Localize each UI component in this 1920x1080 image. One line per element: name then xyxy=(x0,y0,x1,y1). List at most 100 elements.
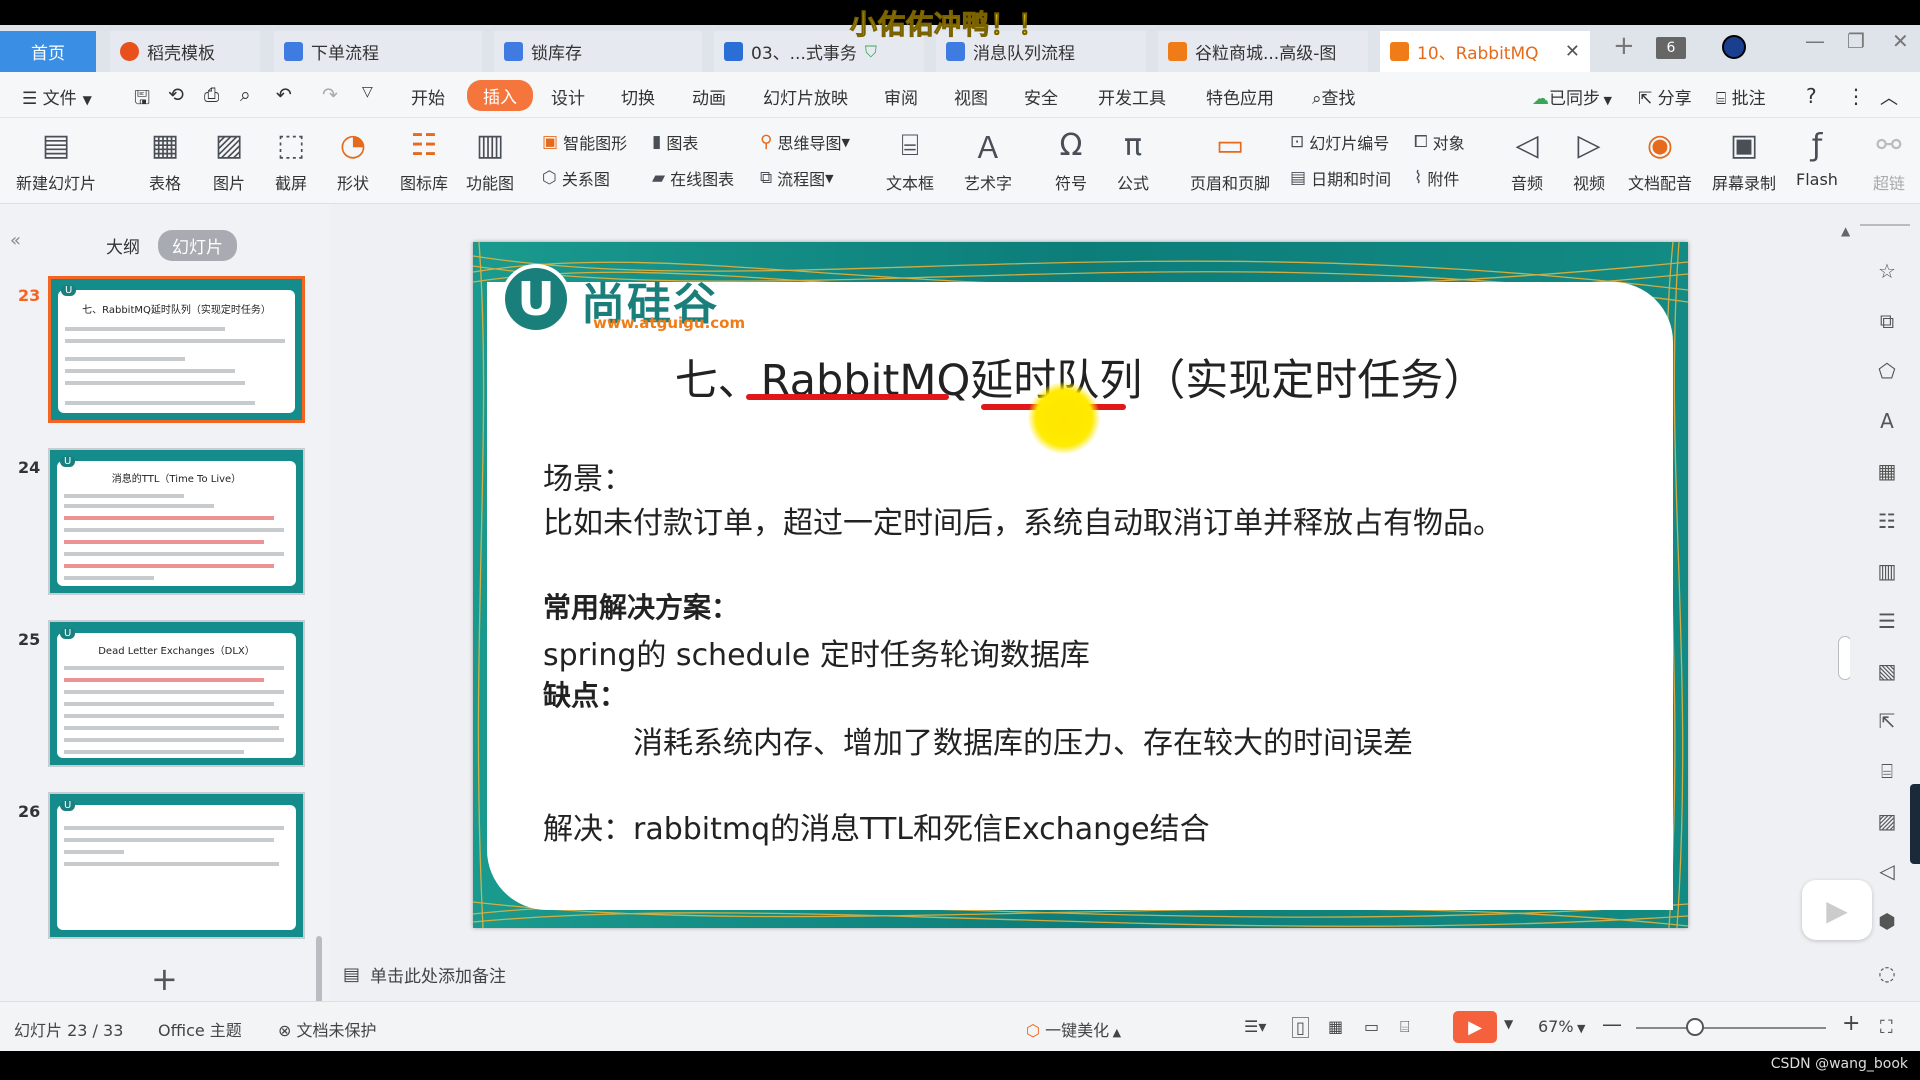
beautify-button[interactable]: ⬡ 一键美化 ▲ xyxy=(1026,1017,1121,1041)
chevron-down-icon[interactable]: ▼ xyxy=(1504,1017,1513,1031)
resolve-text[interactable]: 解决：rabbitmq的消息TTL和死信Exchange结合 xyxy=(543,804,1210,848)
tab-gulimall-advanced[interactable]: 谷粒商城...高级-图 xyxy=(1158,31,1368,72)
menu-developer[interactable]: 开发工具 xyxy=(1098,84,1166,109)
collapse-ribbon-icon[interactable]: ︿ xyxy=(1880,84,1898,110)
table-button[interactable]: ▦ 表格 xyxy=(146,126,184,194)
redo-icon[interactable]: ↷ xyxy=(322,84,338,106)
icon-library-button[interactable]: ☷ 图标库 xyxy=(400,126,448,194)
minimize-window-icon[interactable]: — xyxy=(1805,29,1825,53)
user-avatar[interactable] xyxy=(1722,35,1746,59)
thumbnail-scrollbar[interactable] xyxy=(316,936,322,1010)
relation-chart-button[interactable]: ⬡ 关系图 xyxy=(542,166,610,190)
collapse-panel-icon[interactable]: « xyxy=(10,230,21,251)
function-chart-button[interactable]: ▥ 功能图 xyxy=(466,126,514,194)
menu-home[interactable]: 开始 xyxy=(411,84,445,109)
tab-rabbitmq[interactable]: 10、RabbitMQ ✕ xyxy=(1380,31,1590,72)
archive-icon[interactable]: ⌸ xyxy=(1874,758,1900,784)
tab-docer-templates[interactable]: 稻壳模板 xyxy=(110,31,260,72)
close-window-icon[interactable]: ✕ xyxy=(1892,29,1909,53)
undo-icon[interactable]: ↶ xyxy=(276,84,292,106)
slide-number-button[interactable]: ⊡ 幻灯片编号 xyxy=(1290,130,1389,154)
doc-voiceover-button[interactable]: ◉ 文档配音 xyxy=(1628,126,1692,194)
table-pane-icon[interactable]: ▦ xyxy=(1874,458,1900,484)
search-button[interactable]: ⌕查找 xyxy=(1312,84,1356,109)
close-tab-icon[interactable]: ✕ xyxy=(1565,41,1580,62)
floating-play-button[interactable]: ▶ xyxy=(1802,880,1872,940)
settings-sliders-icon[interactable]: ☰ xyxy=(1874,608,1900,634)
save-icon[interactable]: 🖫 xyxy=(134,84,150,116)
share-pane-icon[interactable]: ⇱ xyxy=(1874,708,1900,734)
screenshot-button[interactable]: ⬚ 截屏 xyxy=(272,126,310,194)
menu-transition[interactable]: 切换 xyxy=(621,84,655,109)
picture-pane-icon[interactable]: ▨ xyxy=(1874,808,1900,834)
video-button[interactable]: ▷ 视频 xyxy=(1570,126,1608,194)
menu-slideshow[interactable]: 幻灯片放映 xyxy=(763,84,848,109)
copy-style-icon[interactable]: ⧉ xyxy=(1874,308,1900,334)
menu-view[interactable]: 视图 xyxy=(954,84,988,109)
comment-button[interactable]: ⌸ 批注 xyxy=(1716,84,1766,109)
file-menu[interactable]: ☰ 文件 ▼ xyxy=(22,84,92,109)
scene-label[interactable]: 场景： xyxy=(543,454,633,498)
restore-window-icon[interactable]: ❐ xyxy=(1847,29,1865,53)
mind-map-button[interactable]: ⚲ 思维导图 ▼ xyxy=(760,130,850,154)
pin-icon[interactable]: ☆ xyxy=(1874,258,1900,284)
add-slide-plus-icon[interactable]: + xyxy=(151,960,178,998)
hyperlink-button[interactable]: ⚯ 超链 xyxy=(1870,126,1908,194)
notes-area[interactable]: ▤ 单击此处添加备注 xyxy=(343,962,506,987)
zoom-out-icon[interactable]: — xyxy=(1602,1012,1622,1036)
layout-pane-icon[interactable]: ☷ xyxy=(1874,508,1900,534)
textbox-button[interactable]: ⌸ 文本框 xyxy=(886,126,934,194)
play-slideshow-button[interactable]: ▶ xyxy=(1453,1011,1497,1043)
screen-record-button[interactable]: ▣ 屏幕录制 xyxy=(1712,126,1776,194)
date-time-button[interactable]: ▤ 日期和时间 xyxy=(1290,166,1391,190)
tab-lock-inventory[interactable]: 锁库存 xyxy=(494,31,702,72)
normal-view-icon[interactable]: ▯ xyxy=(1292,1017,1309,1038)
slide-thumbnail[interactable]: U 消息的TTL（Time To Live） xyxy=(48,448,305,595)
print-icon[interactable]: ⎙ xyxy=(204,84,219,106)
menu-special[interactable]: 特色应用 xyxy=(1206,84,1274,109)
formula-button[interactable]: π 公式 xyxy=(1114,126,1152,194)
menu-insert[interactable]: 插入 xyxy=(467,80,533,111)
solution-text[interactable]: spring的 schedule 定时任务轮询数据库 xyxy=(543,630,1090,674)
format-painter-icon[interactable]: ⟲ xyxy=(168,84,184,106)
side-panel-toggle[interactable] xyxy=(1910,784,1920,864)
current-slide[interactable]: U 尚硅谷 www.atguigu.com 七、RabbitMQ延时队列（实现定… xyxy=(473,242,1688,928)
flash-button[interactable]: ƒ Flash xyxy=(1796,126,1838,190)
sorter-view-icon[interactable]: ▦ xyxy=(1328,1017,1343,1036)
scroll-up-icon[interactable]: ▲ xyxy=(1841,224,1850,238)
chart-pane-icon[interactable]: ▥ xyxy=(1874,558,1900,584)
audio-button[interactable]: ◁ 音频 xyxy=(1508,126,1546,194)
fit-window-icon[interactable]: ⛶ xyxy=(1880,1017,1893,1038)
tab-order-flow[interactable]: 下单流程 xyxy=(274,31,482,72)
chart-button[interactable]: ▮ 图表 xyxy=(652,130,698,154)
help-icon[interactable]: ? xyxy=(1806,84,1817,108)
protect-status[interactable]: ⊗ 文档未保护 xyxy=(278,1017,377,1041)
share-button[interactable]: ⇱ 分享 xyxy=(1638,84,1692,109)
picture-button[interactable]: ▨ 图片 xyxy=(210,126,248,194)
more-options-icon[interactable]: ⋮ xyxy=(1846,84,1866,108)
shape-pane-icon[interactable]: ⬠ xyxy=(1874,358,1900,384)
volume-icon[interactable]: ◁ xyxy=(1874,858,1900,884)
smart-art-button[interactable]: ▣ 智能图形 xyxy=(542,130,627,154)
zoom-slider-handle[interactable] xyxy=(1686,1018,1704,1036)
scene-text[interactable]: 比如未付款订单，超过一定时间后，系统自动取消订单并释放占有物品。 xyxy=(543,498,1503,542)
slide-thumbnail[interactable]: U xyxy=(48,792,305,939)
quick-access-dropdown-icon[interactable]: ▽ xyxy=(362,84,373,100)
tab-slides[interactable]: 幻灯片 xyxy=(158,230,237,261)
menu-security[interactable]: 安全 xyxy=(1024,84,1058,109)
backup-icon[interactable]: ⬢ xyxy=(1874,908,1900,934)
new-tab-plus-icon[interactable]: + xyxy=(1613,31,1635,61)
header-footer-button[interactable]: ▭ 页眉和页脚 xyxy=(1190,126,1270,194)
print-preview-icon[interactable]: ⌕ xyxy=(240,84,251,106)
wordart-button[interactable]: Ａ 艺术字 xyxy=(964,126,1012,194)
solution-label[interactable]: 常用解决方案： xyxy=(543,586,739,626)
help-pane-icon[interactable]: ◌ xyxy=(1874,960,1900,986)
notes-toggle-icon[interactable]: ☰▾ xyxy=(1244,1017,1266,1036)
zoom-slider[interactable] xyxy=(1636,1027,1826,1029)
tab-outline[interactable]: 大纲 xyxy=(92,230,154,261)
con-text[interactable]: 消耗系统内存、增加了数据库的压力、存在较大的时间误差 xyxy=(633,718,1413,762)
tab-count-badge[interactable]: 6 xyxy=(1656,37,1686,59)
con-label[interactable]: 缺点： xyxy=(543,674,627,714)
shape-button[interactable]: ◔ 形状 xyxy=(334,126,372,194)
sync-status[interactable]: ☁已同步 ▼ xyxy=(1532,84,1612,109)
